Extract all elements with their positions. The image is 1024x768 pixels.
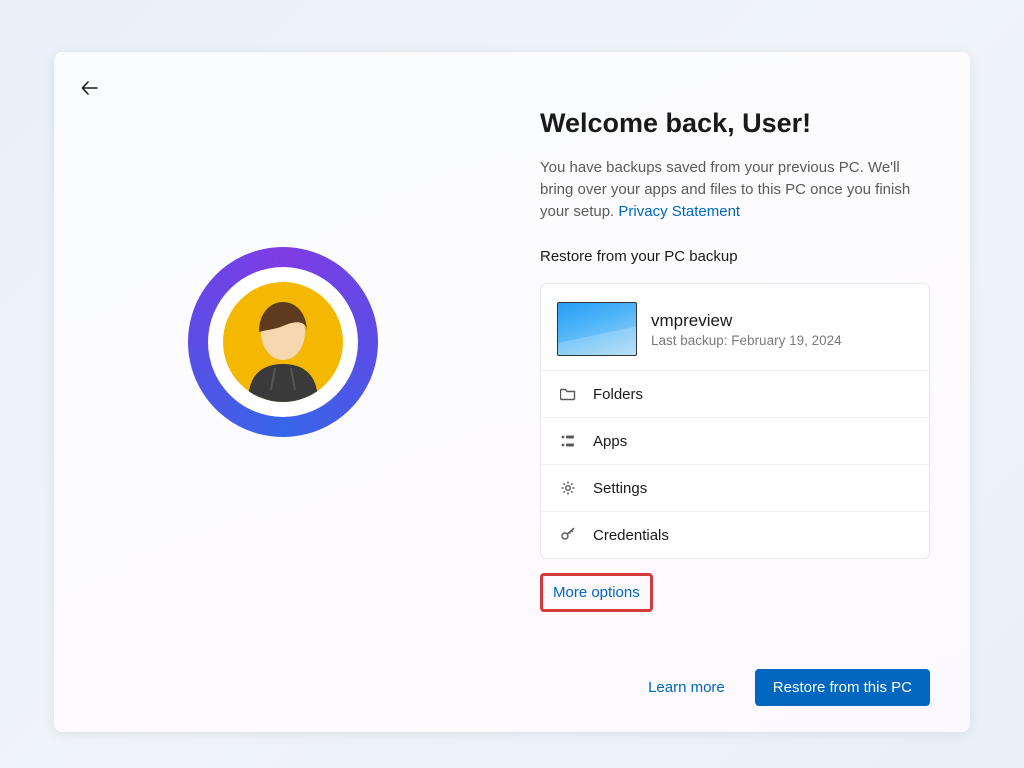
more-options-link[interactable]: More options — [540, 573, 653, 612]
pc-thumbnail-icon — [557, 302, 637, 356]
privacy-statement-link[interactable]: Privacy Statement — [618, 203, 740, 220]
folder-icon — [559, 385, 577, 403]
section-label: Restore from your PC backup — [540, 248, 930, 265]
illustration-pane — [54, 52, 512, 732]
restore-button[interactable]: Restore from this PC — [755, 669, 930, 706]
row-label: Settings — [593, 480, 647, 497]
gear-icon — [559, 479, 577, 497]
backup-card: vmpreview Last backup: February 19, 2024… — [540, 283, 930, 559]
footer-actions: Learn more Restore from this PC — [636, 669, 930, 706]
row-label: Apps — [593, 433, 627, 450]
apps-icon — [559, 432, 577, 450]
row-label: Folders — [593, 386, 643, 403]
content-pane: Welcome back, User! You have backups sav… — [512, 52, 970, 732]
key-icon — [559, 526, 577, 544]
avatar-icon — [223, 282, 343, 402]
oobe-card: Welcome back, User! You have backups sav… — [54, 52, 970, 732]
avatar-ring — [188, 247, 378, 437]
backup-row-credentials[interactable]: Credentials — [541, 511, 929, 558]
arrow-left-icon — [80, 78, 100, 98]
backup-row-folders[interactable]: Folders — [541, 370, 929, 417]
row-label: Credentials — [593, 527, 669, 544]
backup-row-settings[interactable]: Settings — [541, 464, 929, 511]
page-description: You have backups saved from your previou… — [540, 157, 930, 222]
page-title: Welcome back, User! — [540, 108, 930, 139]
backup-row-apps[interactable]: Apps — [541, 417, 929, 464]
backup-header[interactable]: vmpreview Last backup: February 19, 2024 — [541, 284, 929, 370]
back-button[interactable] — [78, 76, 102, 100]
backup-pc-name: vmpreview — [651, 311, 842, 331]
learn-more-link[interactable]: Learn more — [636, 671, 737, 704]
avatar-ring-inner — [208, 267, 358, 417]
backup-subtitle: Last backup: February 19, 2024 — [651, 333, 842, 348]
